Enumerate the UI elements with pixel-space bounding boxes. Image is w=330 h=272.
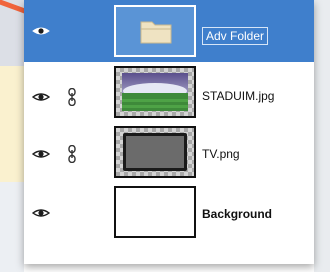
eye-icon[interactable] bbox=[32, 26, 50, 36]
layer-row-tv[interactable]: TV.png bbox=[24, 122, 314, 181]
eye-icon[interactable] bbox=[32, 92, 50, 102]
background-left-beige bbox=[0, 66, 24, 182]
layer-thumbnail[interactable] bbox=[114, 126, 196, 178]
layer-thumbnail[interactable] bbox=[114, 5, 196, 57]
layer-row-adv-folder[interactable]: Adv Folder bbox=[24, 0, 314, 62]
layer-row-staduim[interactable]: STADUIM.jpg bbox=[24, 62, 314, 121]
layers-panel: Adv Folder STADUIM.jpg TV.png Background bbox=[24, 0, 314, 264]
folder-icon bbox=[140, 21, 172, 44]
layer-name[interactable]: Background bbox=[202, 207, 272, 221]
eye-icon[interactable] bbox=[32, 149, 50, 159]
layer-row-background[interactable]: Background bbox=[24, 182, 314, 241]
chain-link-icon[interactable] bbox=[68, 145, 76, 163]
layer-name[interactable]: Adv Folder bbox=[202, 27, 269, 45]
background-right bbox=[314, 0, 330, 272]
background-left-bottom bbox=[0, 182, 24, 272]
layer-name[interactable]: TV.png bbox=[202, 147, 240, 161]
tv-thumbnail bbox=[123, 133, 187, 171]
eye-icon[interactable] bbox=[32, 208, 50, 218]
stadium-thumbnail bbox=[122, 73, 188, 111]
layer-thumbnail[interactable] bbox=[114, 66, 196, 118]
layer-name[interactable]: STADUIM.jpg bbox=[202, 89, 274, 103]
blank-white-thumbnail[interactable] bbox=[114, 186, 196, 238]
chain-link-icon[interactable] bbox=[68, 88, 76, 106]
